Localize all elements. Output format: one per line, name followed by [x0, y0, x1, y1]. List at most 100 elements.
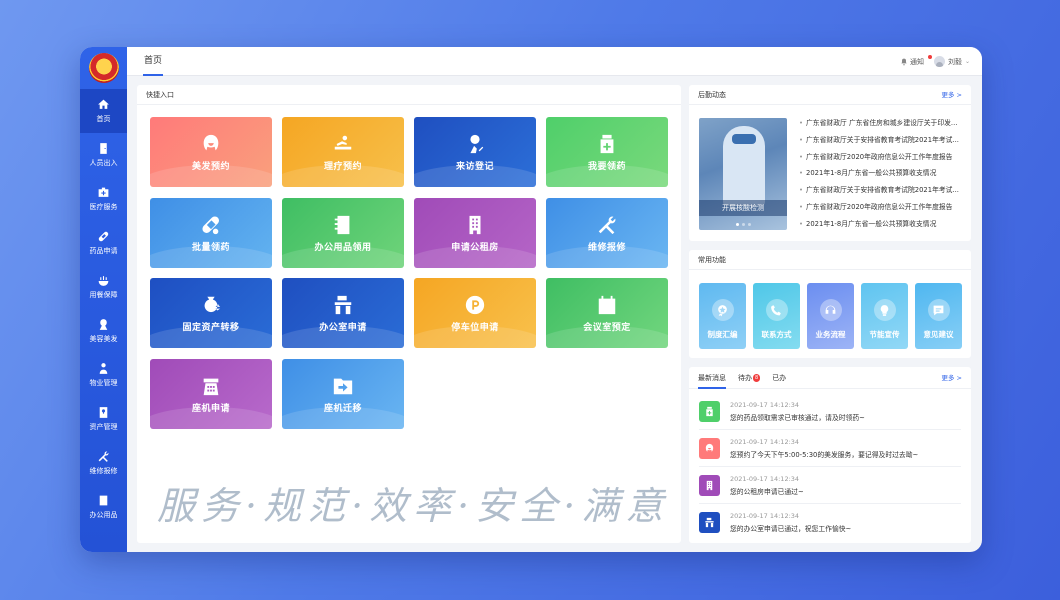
quick-tile-11[interactable]: 会议室预定 — [546, 278, 668, 348]
bulb-icon — [880, 304, 889, 316]
sidebar-item-2[interactable]: 医疗服务 — [80, 177, 127, 221]
phone-call-icon — [771, 304, 781, 315]
quick-tile-13[interactable]: 座机迁移 — [282, 359, 404, 429]
news-list: 广东省财政厅 广东省住房和城乡建设厅关于印发...广东省财政厅关于安排省教育考试… — [799, 115, 963, 233]
sidebar-item-5[interactable]: 美容美发 — [80, 309, 127, 353]
property-icon — [99, 363, 108, 374]
quick-tile-label: 理疗预约 — [323, 161, 362, 172]
calendar-check-icon — [598, 295, 616, 314]
quick-tile-1[interactable]: 理疗预约 — [282, 117, 404, 187]
asset-icon — [99, 407, 108, 418]
door-icon — [100, 143, 107, 154]
sidebar-item-6[interactable]: 物业管理 — [80, 353, 127, 397]
quick-tile-7[interactable]: 维修报修 — [546, 198, 668, 268]
quick-tile-0[interactable]: 美发预约 — [150, 117, 272, 187]
visitor-icon — [470, 134, 484, 153]
sidebar-item-label: 资产管理 — [89, 423, 118, 431]
office-desk-icon — [705, 517, 714, 528]
medical-kit-icon — [98, 187, 109, 197]
topbar: 首页 通知 刘毅 ⌄ — [127, 47, 982, 76]
message-item[interactable]: 2021-09-17 14:12:34 您的办公室申请已通过，祝您工作愉快~ — [699, 504, 961, 541]
sidebar-item-label: 美容美发 — [89, 335, 118, 343]
sidebar-item-7[interactable]: 资产管理 — [80, 397, 127, 441]
common-function-label: 联系方式 — [761, 330, 792, 339]
news-header: 后勤动态 更多 > — [689, 85, 971, 105]
home-icon — [98, 99, 109, 109]
quick-tile-2[interactable]: 来访登记 — [414, 117, 536, 187]
quick-tile-5[interactable]: 办公用品领用 — [282, 198, 404, 268]
messages-more-link[interactable]: 更多 > — [941, 367, 962, 389]
sidebar-item-9[interactable]: 办公用品 — [80, 485, 127, 529]
user-menu[interactable]: 刘毅 ⌄ — [933, 56, 970, 67]
sidebar-item-label: 药品申请 — [89, 247, 118, 255]
sidebar-item-3[interactable]: 药品申请 — [80, 221, 127, 265]
tab-todo[interactable]: 待办 8 — [738, 367, 761, 389]
sidebar-item-1[interactable]: 人员出入 — [80, 133, 127, 177]
message-item[interactable]: 2021-09-17 14:12:34 您的药品领取需求已审核通过，请及时领药~ — [699, 393, 961, 430]
massage-icon — [334, 135, 352, 149]
quick-tile-label: 美发预约 — [191, 161, 230, 172]
quick-tile-8[interactable]: 固定资产转移 — [150, 278, 272, 348]
quick-tile-label: 维修报修 — [587, 242, 626, 253]
medicine-icon — [600, 134, 614, 153]
news-item[interactable]: 广东省财政厅关于安排省教育考试院2021年考试... — [799, 182, 963, 199]
slogan: 服务·规范·效率·安全·满意 — [157, 484, 670, 528]
news-item[interactable]: 广东省财政厅关于安排省教育考试院2021年考试... — [799, 132, 963, 149]
carousel-caption: 开展核酸检测 — [699, 200, 787, 216]
quick-tile-4[interactable]: 批量领药 — [150, 198, 272, 268]
quick-tile-10[interactable]: 停车位申请 — [414, 278, 536, 348]
sidebar-item-label: 首页 — [96, 115, 111, 123]
news-more-link[interactable]: 更多 > — [941, 85, 962, 105]
notebook-icon — [334, 215, 350, 234]
notification-button[interactable]: 通知 — [900, 54, 932, 67]
message-time: 2021-09-17 14:12:34 — [730, 437, 800, 446]
parking-icon — [465, 295, 485, 314]
news-item[interactable]: 广东省财政厅 广东省住房和城乡建设厅关于印发... — [799, 115, 963, 132]
tab-done[interactable]: 已办 — [772, 367, 786, 389]
common-function-label: 节能宣传 — [869, 330, 900, 339]
common-function-2[interactable]: 业务流程 — [807, 283, 854, 349]
common-function-3[interactable]: 节能宣传 — [861, 283, 908, 349]
news-item[interactable]: 2021年1-8月广东省一般公共预算收支情况 — [799, 165, 963, 182]
quick-tile-label: 办公室申请 — [319, 322, 367, 333]
quick-tile-label: 我要领药 — [587, 161, 626, 172]
folder-move-icon — [333, 378, 353, 394]
logo — [80, 47, 127, 89]
quick-tile-12[interactable]: 座机申请 — [150, 359, 272, 429]
building-icon — [706, 480, 713, 490]
quick-tile-label: 来访登记 — [455, 161, 494, 172]
sidebar: 首页人员出入医疗服务药品申请用餐保障美容美发物业管理资产管理维修报修 办公用品 — [80, 47, 127, 552]
avatar — [933, 56, 945, 67]
message-text: 您的药品领取需求已审核通过，请及时领药~ — [730, 413, 865, 422]
building-icon — [469, 215, 481, 234]
quick-tile-3[interactable]: 我要领药 — [546, 117, 668, 187]
common-function-4[interactable]: 意见建议 — [915, 283, 962, 349]
tab-latest[interactable]: 最新消息 — [698, 367, 726, 389]
common-functions-title: 常用功能 — [689, 250, 971, 270]
message-item[interactable]: 2021-09-17 14:12:34 您预约了今天下午5:00-5:30的美发服… — [699, 430, 961, 467]
sidebar-item-label: 人员出入 — [89, 159, 118, 167]
sidebar-item-8[interactable]: 维修报修 — [80, 441, 127, 485]
sidebar-item-4[interactable]: 用餐保障 — [80, 265, 127, 309]
message-text: 您的公租房申请已通过~ — [730, 487, 804, 496]
common-function-0[interactable]: 制度汇编 — [699, 283, 746, 349]
office-desk-icon — [334, 295, 352, 314]
message-time: 2021-09-17 14:12:34 — [730, 512, 800, 520]
tools-icon — [98, 451, 109, 462]
common-function-1[interactable]: 联系方式 — [753, 283, 800, 349]
news-item[interactable]: 广东省财政厅2020年政府信息公开工作年度报告 — [799, 149, 963, 166]
sidebar-item-0[interactable]: 首页 — [80, 89, 127, 133]
common-function-label: 意见建议 — [923, 330, 954, 339]
star-badge-icon — [718, 304, 727, 316]
news-carousel[interactable]: 开展核酸检测 — [699, 118, 787, 230]
common-functions-panel: 常用功能 制度汇编 联系方式 业务流程 节能宣传 意见建议 — [689, 250, 971, 358]
news-item[interactable]: 2021年1-8月广东省一般公共预算收支情况 — [799, 216, 963, 233]
chevron-down-icon: ⌄ — [964, 58, 970, 65]
quick-tile-9[interactable]: 办公室申请 — [282, 278, 404, 348]
news-item[interactable]: 广东省财政厅2020年政府信息公开工作年度报告 — [799, 199, 963, 216]
carousel-dots[interactable] — [699, 223, 787, 226]
message-item[interactable]: 2021-09-17 14:12:34 您的公租房申请已通过~ — [699, 467, 961, 504]
quick-tile-6[interactable]: 申请公租房 — [414, 198, 536, 268]
tab-home[interactable]: 首页 — [143, 47, 164, 76]
sidebar-item-label: 用餐保障 — [89, 291, 118, 299]
